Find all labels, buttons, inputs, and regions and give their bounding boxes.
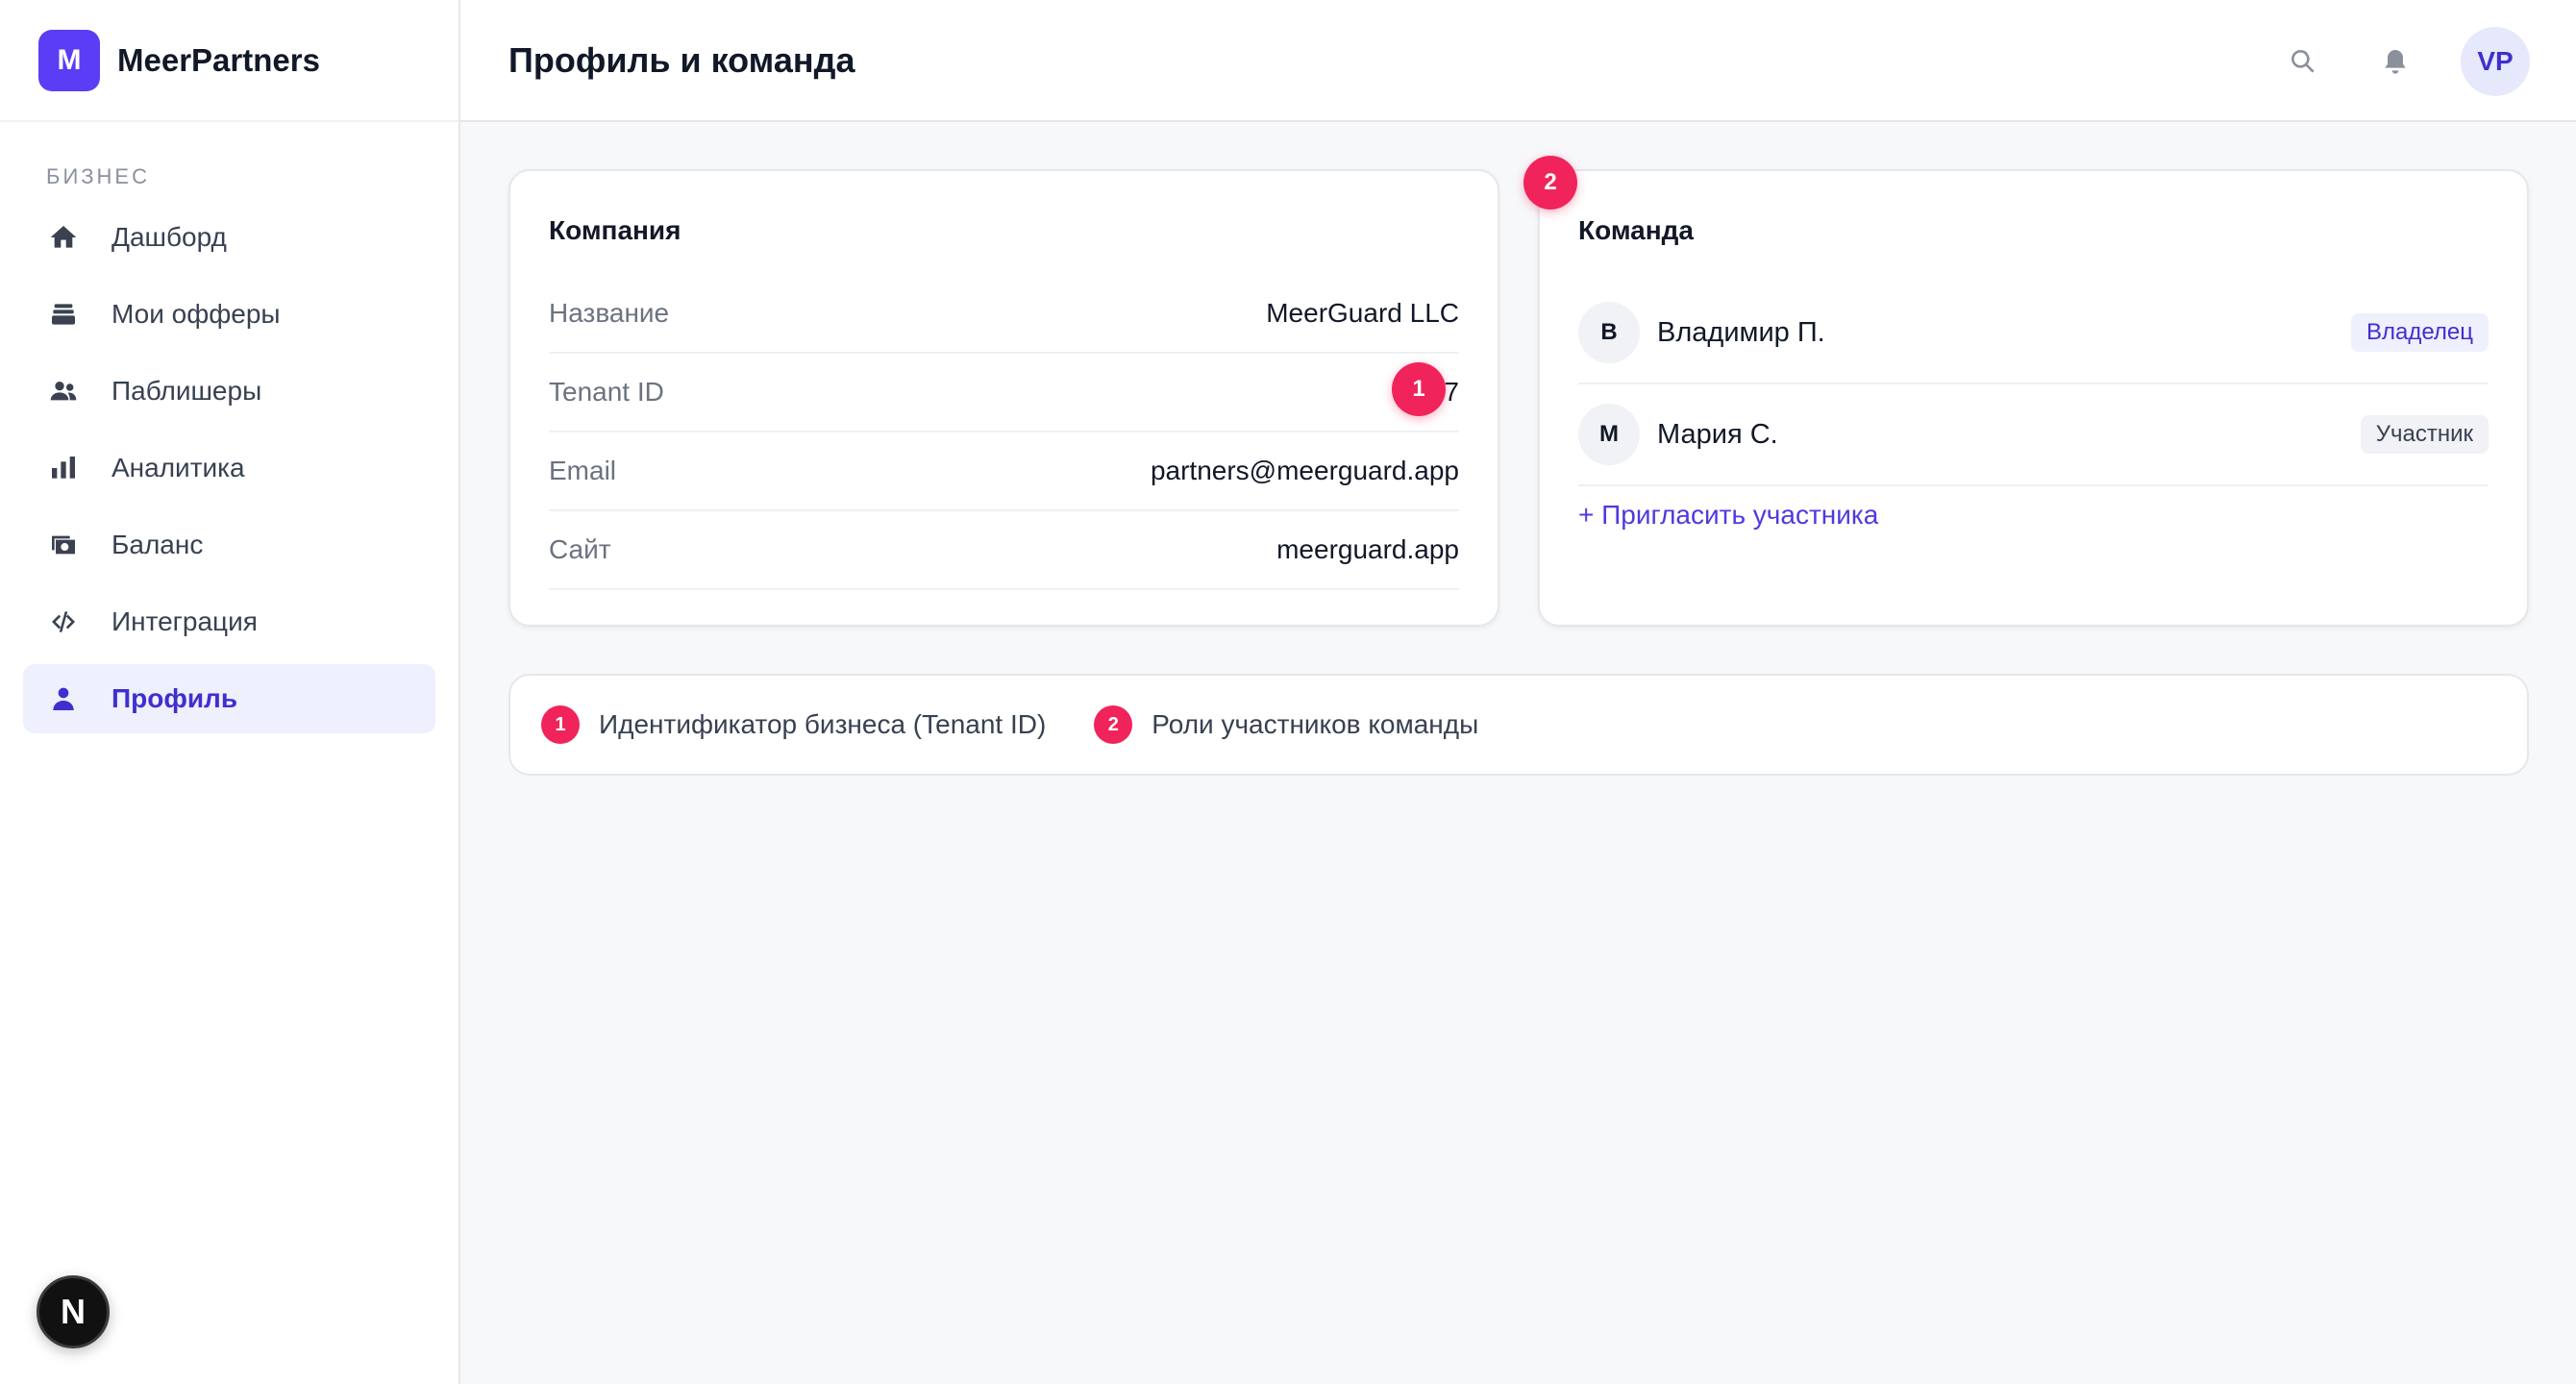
legend-item: 1 Идентификатор бизнеса (Tenant ID) bbox=[541, 705, 1046, 744]
people-icon bbox=[46, 374, 81, 408]
member-name: Владимир П. bbox=[1657, 316, 1825, 348]
sidebar-item-publishers[interactable]: Паблишеры bbox=[23, 357, 435, 426]
field-value: 7 bbox=[1444, 377, 1459, 407]
role-badge: Участник bbox=[2360, 415, 2489, 454]
search-icon bbox=[2291, 49, 2315, 73]
list-item: М Мария С. Участник bbox=[1578, 384, 2489, 486]
team-card: Команда В Владимир П. Владелец М Мария С… bbox=[1538, 169, 2529, 627]
legend-item: 2 Роли участников команды bbox=[1094, 705, 1478, 744]
invite-member-link[interactable]: + Пригласить участника bbox=[1578, 500, 1878, 531]
header-actions: VP bbox=[2276, 0, 2530, 122]
home-icon bbox=[46, 220, 81, 255]
brand-logo: M bbox=[38, 29, 100, 91]
field-label: Сайт bbox=[549, 534, 611, 564]
company-row-tenant-id: Tenant ID 7 bbox=[549, 354, 1459, 432]
field-value: meerguard.app bbox=[1276, 534, 1459, 564]
sidebar-item-profile[interactable]: Профиль bbox=[23, 664, 435, 733]
brand-name: MeerPartners bbox=[117, 41, 320, 78]
team-card-title: Команда bbox=[1578, 215, 1694, 245]
field-label: Tenant ID bbox=[549, 377, 664, 407]
user-icon bbox=[46, 681, 81, 716]
bar-chart-icon bbox=[46, 451, 81, 485]
annotation-marker-1: 1 bbox=[1392, 362, 1446, 416]
brand[interactable]: M MeerPartners bbox=[0, 0, 458, 122]
legend-text: Идентификатор бизнеса (Tenant ID) bbox=[599, 709, 1047, 739]
top-header: Профиль и команда VP bbox=[460, 0, 2576, 122]
sidebar-item-label: Дашборд bbox=[111, 222, 227, 252]
sidebar-nav: Дашборд Мои офферы Паблишеры Аналитика Б… bbox=[0, 203, 458, 733]
code-icon bbox=[46, 605, 81, 639]
avatar: В bbox=[1578, 302, 1640, 363]
notifications-button[interactable] bbox=[2368, 35, 2422, 88]
field-value: MeerGuard LLC bbox=[1266, 298, 1459, 328]
company-card: Компания Название MeerGuard LLC Tenant I… bbox=[508, 169, 1499, 627]
sidebar-section-label: БИЗНЕС bbox=[46, 164, 150, 188]
dev-tools-badge[interactable]: N bbox=[37, 1275, 110, 1348]
sidebar-item-dashboard[interactable]: Дашборд bbox=[23, 203, 435, 272]
sidebar: M MeerPartners БИЗНЕС Дашборд Мои офферы… bbox=[0, 0, 460, 1384]
avatar: М bbox=[1578, 404, 1640, 465]
sidebar-item-integration[interactable]: Интеграция bbox=[23, 587, 435, 656]
annotation-legend: 1 Идентификатор бизнеса (Tenant ID) 2 Ро… bbox=[508, 674, 2529, 776]
sidebar-item-analytics[interactable]: Аналитика bbox=[23, 433, 435, 503]
role-badge: Владелец bbox=[2350, 313, 2489, 352]
sidebar-item-balance[interactable]: Баланс bbox=[23, 510, 435, 580]
annotation-marker-2: 2 bbox=[1523, 156, 1577, 210]
sidebar-item-offers[interactable]: Мои офферы bbox=[23, 280, 435, 349]
list-item: В Владимир П. Владелец bbox=[1578, 283, 2489, 384]
bell-icon bbox=[2385, 49, 2406, 74]
company-row-email: Email partners@meerguard.app bbox=[549, 432, 1459, 511]
legend-marker: 2 bbox=[1094, 705, 1133, 744]
page-title: Профиль и команда bbox=[508, 39, 855, 80]
search-button[interactable] bbox=[2276, 35, 2330, 88]
company-row-name: Название MeerGuard LLC bbox=[549, 275, 1459, 354]
sidebar-item-label: Аналитика bbox=[111, 453, 245, 482]
legend-text: Роли участников команды bbox=[1152, 709, 1479, 739]
team-members: В Владимир П. Владелец М Мария С. Участн… bbox=[1578, 283, 2489, 486]
sidebar-item-label: Мои офферы bbox=[111, 299, 281, 329]
field-label: Название bbox=[549, 298, 670, 328]
user-avatar[interactable]: VP bbox=[2461, 26, 2530, 96]
sidebar-item-label: Профиль bbox=[111, 683, 238, 713]
wallet-icon bbox=[46, 528, 81, 562]
sidebar-item-label: Интеграция bbox=[111, 606, 258, 636]
stack-icon bbox=[46, 297, 81, 332]
sidebar-item-label: Паблишеры bbox=[111, 376, 262, 406]
company-row-site: Сайт meerguard.app bbox=[549, 511, 1459, 590]
field-label: Email bbox=[549, 456, 617, 485]
member-name: Мария С. bbox=[1657, 418, 1778, 450]
company-details: Название MeerGuard LLC Tenant ID 7 Email… bbox=[549, 275, 1459, 590]
company-card-title: Компания bbox=[549, 215, 681, 245]
field-value: partners@meerguard.app bbox=[1150, 456, 1459, 485]
sidebar-item-label: Баланс bbox=[111, 530, 204, 559]
legend-marker: 1 bbox=[541, 705, 580, 744]
